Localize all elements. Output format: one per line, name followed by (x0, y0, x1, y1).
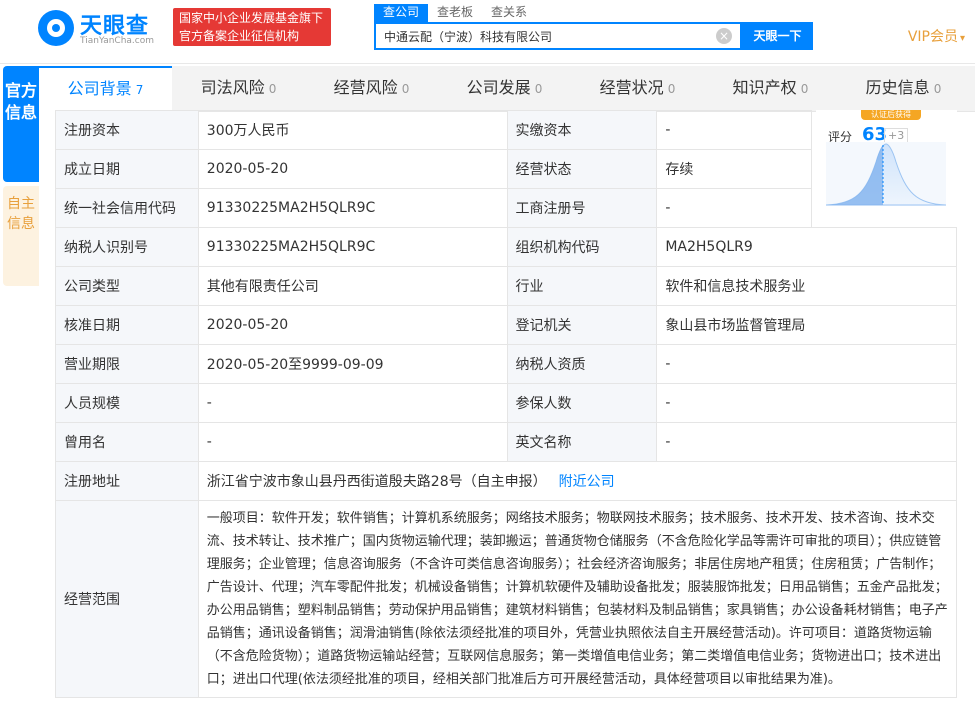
chevron-down-icon: ▾ (959, 33, 965, 44)
tab-label: 公司发展 (466, 78, 531, 97)
cell-value: - (656, 383, 957, 423)
cell-label: 英文名称 (506, 422, 658, 462)
cell-label: 公司类型 (55, 266, 199, 306)
clear-icon[interactable]: × (716, 28, 732, 44)
cell-value: - (656, 188, 813, 228)
table-row: 纳税人识别号 91330225MA2H5QLR9C 组织机构代码 MA2H5QL… (55, 227, 957, 267)
cell-value: 91330225MA2H5QLR9C (197, 227, 508, 267)
tab-count: 0 (933, 82, 942, 96)
table-row: 曾用名 - 英文名称 - (55, 422, 957, 462)
tab-company-background[interactable]: 公司背景 7 (39, 66, 172, 112)
tab-count: 0 (401, 82, 410, 96)
tab-intellectual-property[interactable]: 知识产权 0 (704, 66, 837, 112)
tab-label: 公司背景 (67, 79, 132, 98)
cell-label: 注册地址 (55, 461, 199, 501)
tab-count: 0 (268, 82, 277, 96)
search-type-tabs: 查公司 查老板 查关系 (374, 4, 536, 22)
vip-menu[interactable]: VIP会员 ▾ (908, 26, 965, 46)
tab-label: 知识产权 (732, 78, 797, 97)
search-input[interactable] (384, 24, 704, 48)
cell-label: 行业 (506, 266, 658, 306)
tab-label: 历史信息 (865, 78, 930, 97)
cell-value: - (197, 383, 508, 423)
tab-company-development[interactable]: 公司发展 0 (438, 66, 571, 112)
credit-score-panel[interactable]: 认证后获得 评分 63 +3 (816, 110, 957, 216)
tab-count: 0 (667, 82, 676, 96)
tab-operation-risk[interactable]: 经营风险 0 (305, 66, 438, 112)
cell-label: 纳税人识别号 (55, 227, 199, 267)
nearby-companies-link[interactable]: 附近公司 (559, 474, 615, 490)
cell-label: 核准日期 (55, 305, 199, 345)
cell-label: 统一社会信用代码 (55, 188, 199, 228)
tianyancha-logo[interactable]: 天眼查 TianYanCha.com (38, 8, 168, 48)
search-tab-company[interactable]: 查公司 (374, 4, 429, 22)
cell-label: 注册资本 (55, 110, 199, 150)
cell-label: 实缴资本 (506, 110, 658, 150)
side-tab-self[interactable]: 自主信息 (3, 186, 39, 286)
cell-label: 经营状态 (506, 149, 658, 189)
cell-value: - (656, 344, 957, 384)
cell-value: 其他有限责任公司 (197, 266, 508, 306)
search-tab-relation[interactable]: 查关系 (482, 4, 536, 22)
gov-badge-line2: 官方备案企业征信机构 (179, 29, 300, 43)
table-row: 核准日期 2020-05-20 登记机关 象山县市场监督管理局 (55, 305, 957, 345)
address-cell: 浙江省宁波市象山县丹西街道殷夫路28号（自主申报） 附近公司 (197, 461, 958, 501)
cell-value: - (197, 422, 508, 462)
search-tab-boss[interactable]: 查老板 (428, 4, 482, 22)
address-value: 浙江省宁波市象山县丹西街道殷夫路28号（自主申报） (206, 474, 547, 490)
cell-value: 2020-05-20至9999-09-09 (197, 344, 508, 384)
side-tab-official[interactable]: 官方信息 (3, 66, 39, 182)
cell-value: 91330225MA2H5QLR9C (197, 188, 508, 228)
tab-label: 司法风险 (200, 78, 265, 97)
tab-count: 7 (135, 83, 144, 97)
gov-badge: 国家中小企业发展基金旗下 官方备案企业征信机构 (173, 8, 331, 46)
table-row: 营业期限 2020-05-20至9999-09-09 纳税人资质 - (55, 344, 957, 384)
cell-label: 经营范围 (55, 500, 199, 698)
cell-value: - (656, 110, 813, 150)
tab-label: 经营状况 (599, 78, 664, 97)
top-header: 天眼查 TianYanCha.com 国家中小企业发展基金旗下 官方备案企业征信… (0, 0, 975, 64)
tab-operation-status[interactable]: 经营状况 0 (571, 66, 704, 112)
table-row-address: 注册地址 浙江省宁波市象山县丹西街道殷夫路28号（自主申报） 附近公司 (55, 461, 958, 501)
cell-value: 象山县市场监督管理局 (656, 305, 957, 345)
cell-value: 软件和信息技术服务业 (656, 266, 957, 306)
tab-count: 0 (534, 82, 543, 96)
vip-label: VIP会员 (907, 29, 958, 45)
table-row: 公司类型 其他有限责任公司 行业 软件和信息技术服务业 (55, 266, 957, 306)
main-tabs: 公司背景 7 司法风险 0 经营风险 0 公司发展 0 经营状况 0 知识产权 0 历史信息… (39, 66, 975, 112)
cell-value: MA2H5QLR9 (656, 227, 957, 267)
cell-value: 存续 (656, 149, 813, 189)
cell-value: 2020-05-20 (197, 305, 508, 345)
logo-domain: TianYanCha.com (80, 36, 155, 46)
cell-label: 纳税人资质 (506, 344, 658, 384)
cell-label: 曾用名 (55, 422, 199, 462)
cell-label: 登记机关 (506, 305, 658, 345)
tab-count: 0 (800, 82, 809, 96)
search-box: × (374, 22, 742, 50)
cell-value: - (656, 422, 957, 462)
certification-badge: 认证后获得 (861, 110, 921, 120)
tab-history[interactable]: 历史信息 0 (837, 66, 970, 112)
eye-logo-icon (38, 10, 74, 46)
business-scope-value: 一般项目：软件开发；软件销售；计算机系统服务；网络技术服务；物联网技术服务；技术… (197, 500, 958, 698)
table-row: 人员规模 - 参保人数 - (55, 383, 957, 423)
cell-label: 工商注册号 (506, 188, 658, 228)
search-button[interactable]: 天眼一下 (742, 22, 813, 50)
cell-label: 组织机构代码 (506, 227, 658, 267)
score-distribution-curve (826, 142, 946, 206)
cell-value: 2020-05-20 (197, 149, 508, 189)
tab-judicial-risk[interactable]: 司法风险 0 (172, 66, 305, 112)
tab-label: 经营风险 (333, 78, 398, 97)
cell-label: 营业期限 (55, 344, 199, 384)
cell-label: 参保人数 (506, 383, 658, 423)
cell-value: 300万人民币 (197, 110, 508, 150)
gov-badge-line1: 国家中小企业发展基金旗下 (179, 11, 324, 25)
table-row-scope: 经营范围 一般项目：软件开发；软件销售；计算机系统服务；网络技术服务；物联网技术… (55, 500, 958, 698)
cell-label: 人员规模 (55, 383, 199, 423)
cell-label: 成立日期 (55, 149, 199, 189)
